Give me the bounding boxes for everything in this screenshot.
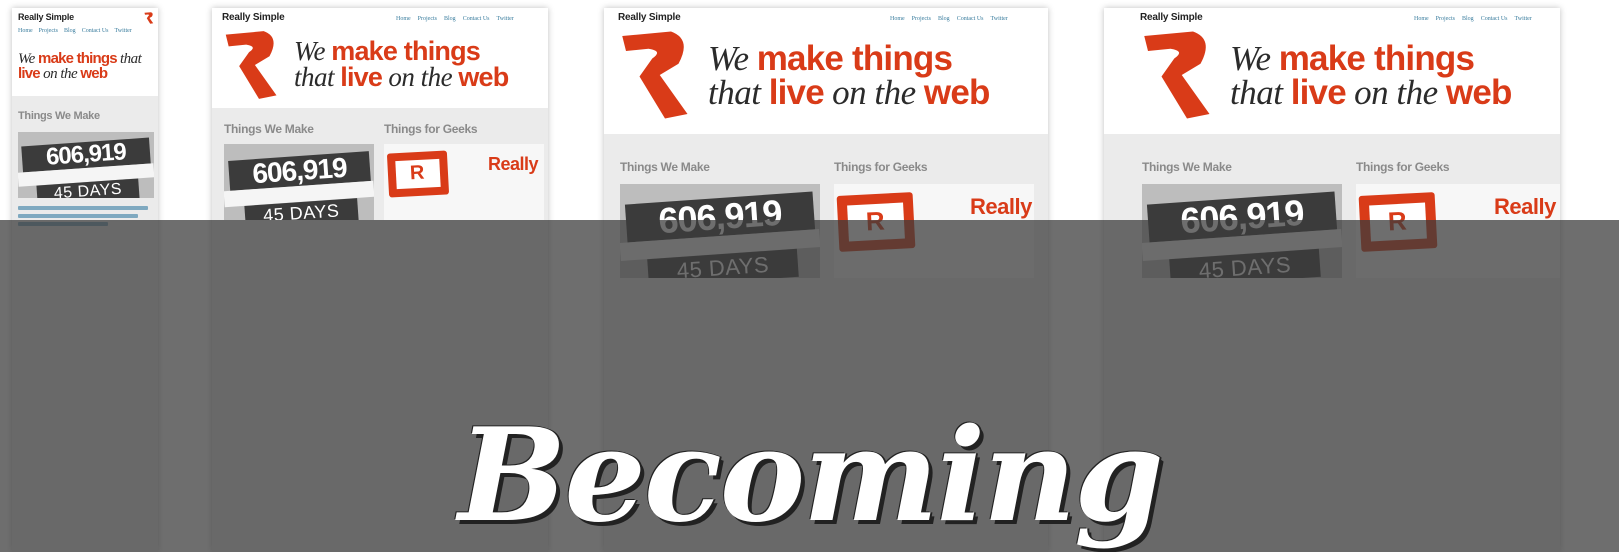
- nav-blog[interactable]: Blog: [444, 16, 456, 22]
- nav-blog[interactable]: Blog: [64, 28, 76, 34]
- tagline: We make things that live on the web: [18, 50, 142, 82]
- stat-card[interactable]: 606,919 45 DAYS: [18, 132, 154, 198]
- nav-blog[interactable]: Blog: [1462, 16, 1474, 22]
- nav-blog[interactable]: Blog: [938, 16, 950, 22]
- heading-things-we-make: Things We Make: [18, 110, 100, 122]
- main-nav: Home Projects Blog Contact Us Twitter: [396, 16, 514, 22]
- site-header: Really Simple Home Projects Blog Contact…: [1104, 8, 1560, 134]
- heading-things-for-geeks: Things for Geeks: [1356, 160, 1450, 174]
- site-header: Really Simple Home Projects Blog Contact…: [212, 8, 548, 108]
- r-logo-icon[interactable]: [1140, 30, 1216, 120]
- nav-twitter[interactable]: Twitter: [991, 16, 1008, 22]
- r-logo-icon[interactable]: [222, 30, 282, 100]
- main-nav: Home Projects Blog Contact Us Twitter: [1414, 16, 1532, 22]
- geek-card-title: Really: [488, 154, 539, 174]
- heading-things-for-geeks: Things for Geeks: [384, 122, 478, 136]
- site-name[interactable]: Really Simple: [1140, 12, 1203, 23]
- stat-card[interactable]: 606,919 45 DAYS: [224, 144, 374, 220]
- heading-things-we-make: Things We Make: [1142, 160, 1232, 174]
- heading-things-for-geeks: Things for Geeks: [834, 160, 928, 174]
- nav-home[interactable]: Home: [890, 16, 905, 22]
- geek-card-title: Really: [970, 194, 1032, 219]
- geek-card[interactable]: R Really: [384, 144, 544, 220]
- site-name[interactable]: Really Simple: [18, 12, 74, 22]
- main-nav: Home Projects Blog Contact Us Twitter: [890, 16, 1008, 22]
- nav-twitter[interactable]: Twitter: [497, 16, 514, 22]
- nav-contact[interactable]: Contact Us: [463, 16, 490, 22]
- r-logo-icon[interactable]: [144, 12, 154, 24]
- nav-home[interactable]: Home: [1414, 16, 1429, 22]
- overlay-title: Becoming: [458, 401, 1164, 551]
- nav-home[interactable]: Home: [18, 28, 33, 34]
- nav-twitter[interactable]: Twitter: [1515, 16, 1532, 22]
- site-header: Really Simple Home Projects Blog Contact…: [604, 8, 1048, 134]
- main-nav: Home Projects Blog Contact Us Twitter: [18, 28, 148, 34]
- site-name[interactable]: Really Simple: [618, 12, 681, 23]
- heading-things-we-make: Things We Make: [620, 160, 710, 174]
- site-name[interactable]: Really Simple: [222, 12, 285, 23]
- nav-contact[interactable]: Contact Us: [957, 16, 984, 22]
- tagline: We make things that live on the web: [708, 39, 990, 113]
- slideshow-tv-icon: R: [386, 150, 450, 198]
- nav-projects[interactable]: Projects: [39, 28, 58, 34]
- nav-contact[interactable]: Contact Us: [82, 28, 109, 34]
- nav-twitter[interactable]: Twitter: [115, 28, 132, 34]
- nav-projects[interactable]: Projects: [912, 16, 931, 22]
- heading-things-we-make: Things We Make: [224, 122, 314, 136]
- tagline: We make things that live on the web: [294, 36, 509, 93]
- nav-projects[interactable]: Projects: [1436, 16, 1455, 22]
- site-header: Really Simple Home Projects Blog Contact…: [12, 8, 158, 96]
- tagline: We make things that live on the web: [1230, 39, 1512, 113]
- r-logo-icon[interactable]: [618, 30, 694, 120]
- nav-projects[interactable]: Projects: [418, 16, 437, 22]
- geek-card-title: Really: [1494, 194, 1556, 219]
- nav-contact[interactable]: Contact Us: [1481, 16, 1508, 22]
- nav-home[interactable]: Home: [396, 16, 411, 22]
